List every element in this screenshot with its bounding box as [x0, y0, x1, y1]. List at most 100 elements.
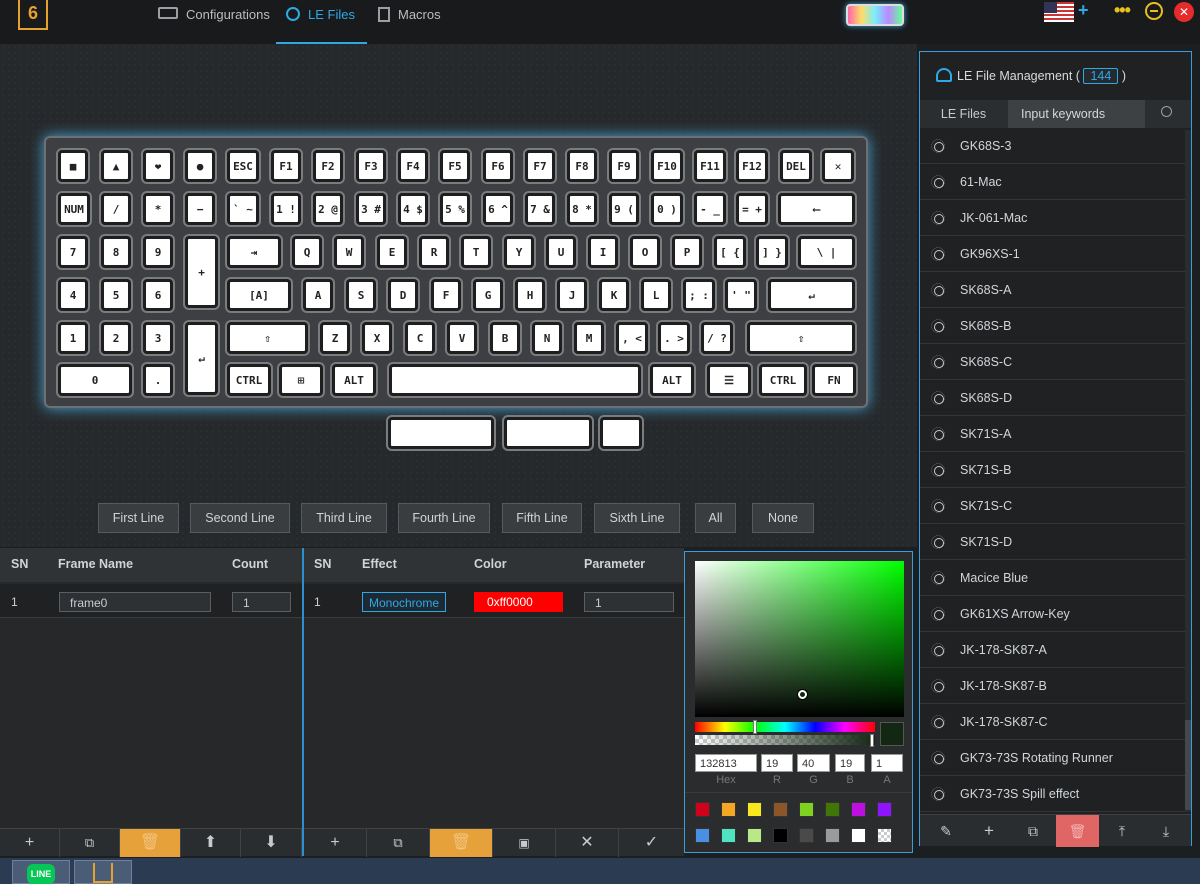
g-input[interactable]: 40 [797, 754, 830, 772]
key[interactable]: F11 [694, 150, 726, 182]
frame-count-input[interactable]: 1 [232, 592, 291, 612]
key[interactable]: M [574, 322, 604, 354]
key[interactable]: I [588, 236, 618, 268]
key[interactable]: ` ~ [227, 193, 259, 225]
line-button[interactable]: Fourth Line [398, 503, 490, 533]
b-input[interactable]: 19 [835, 754, 865, 772]
alpha-handle[interactable] [870, 734, 874, 747]
line-button[interactable]: First Line [98, 503, 179, 533]
key[interactable]: ▲ [101, 150, 131, 182]
key[interactable]: R [419, 236, 449, 268]
minimize-icon[interactable] [1145, 2, 1163, 20]
le-file-item[interactable]: SK68S-A [920, 272, 1185, 308]
tab-le-files[interactable]: LE Files [276, 0, 367, 44]
taskbar-line-app[interactable]: LINE [12, 860, 70, 884]
key[interactable]: 1 ! [271, 193, 301, 225]
key[interactable] [389, 364, 641, 396]
copy-file-button[interactable]: ⧉ [1012, 815, 1054, 847]
key[interactable]: ■ [58, 150, 88, 182]
copy-frame-button[interactable]: ⧉ [60, 829, 120, 857]
le-file-item[interactable]: JK-178-SK87-C [920, 704, 1185, 740]
key[interactable]: F1 [271, 150, 301, 182]
table-row[interactable]: 1 Monochrome 0xff0000 1 [304, 584, 684, 618]
key[interactable]: ● [185, 150, 215, 182]
delete-file-button[interactable]: 🗑 [1056, 815, 1099, 847]
scrollbar-thumb[interactable] [1185, 720, 1191, 810]
confirm-button[interactable]: ✓ [619, 829, 684, 857]
add-effect-button[interactable]: + [304, 829, 367, 857]
key[interactable]: P [672, 236, 702, 268]
hex-input[interactable]: 132813 [695, 754, 757, 772]
key[interactable]: 7 & [525, 193, 555, 225]
key[interactable]: − [185, 193, 215, 225]
le-file-item[interactable]: JK-178-SK87-A [920, 632, 1185, 668]
key[interactable]: ↵ [185, 322, 218, 395]
key[interactable]: 0 ) [651, 193, 683, 225]
frame-name-input[interactable]: frame0 [59, 592, 211, 612]
delete-effect-button[interactable]: 🗑 [430, 829, 493, 857]
key[interactable]: E [377, 236, 407, 268]
key[interactable]: ; : [683, 279, 715, 311]
key[interactable]: B [490, 322, 520, 354]
color-swatch[interactable] [695, 828, 710, 843]
color-swatch[interactable] [799, 802, 814, 817]
move-up-button[interactable]: ⬆ [181, 829, 241, 857]
tab-macros[interactable]: Macros [378, 0, 441, 44]
key[interactable]: . [143, 364, 173, 396]
key[interactable]: F9 [609, 150, 639, 182]
key[interactable]: 9 ( [609, 193, 639, 225]
key[interactable]: ] } [756, 236, 788, 268]
key[interactable]: F3 [356, 150, 386, 182]
key[interactable]: W [334, 236, 364, 268]
le-file-item[interactable]: SK68S-C [920, 344, 1185, 380]
color-swatch[interactable] [877, 802, 892, 817]
taskbar-keyboard-app[interactable] [74, 860, 132, 884]
key[interactable]: 6 ^ [483, 193, 513, 225]
key[interactable]: [ { [714, 236, 746, 268]
key[interactable]: Q [292, 236, 322, 268]
search-icon[interactable] [1161, 106, 1172, 117]
alpha-slider[interactable] [695, 734, 875, 747]
extra-key[interactable] [600, 417, 642, 449]
le-file-item[interactable]: SK71S-D [920, 524, 1185, 560]
key[interactable]: 5 [101, 279, 131, 311]
extra-key[interactable] [504, 417, 592, 449]
key[interactable]: J [557, 279, 587, 311]
key[interactable]: 9 [143, 236, 173, 268]
key[interactable]: [A] [227, 279, 291, 311]
a-input[interactable]: 1 [871, 754, 903, 772]
color-swatch[interactable] [721, 802, 736, 817]
more-icon[interactable]: ••• [1114, 0, 1131, 21]
export-button[interactable]: ⤒ [1101, 815, 1143, 847]
color-swatch[interactable] [877, 828, 892, 843]
key[interactable]: T [461, 236, 491, 268]
scrollbar[interactable] [1185, 130, 1191, 812]
key[interactable]: 5 % [440, 193, 470, 225]
key[interactable]: 6 [143, 279, 173, 311]
key[interactable]: CTRL [759, 364, 807, 396]
key[interactable]: CTRL [227, 364, 271, 396]
key[interactable]: L [641, 279, 671, 311]
delete-frame-button[interactable]: 🗑 [120, 829, 181, 857]
key[interactable]: 1 [58, 322, 88, 354]
key[interactable]: D [388, 279, 418, 311]
key[interactable]: 8 * [567, 193, 597, 225]
key[interactable]: 3 [143, 322, 173, 354]
key[interactable]: ↵ [768, 279, 855, 311]
le-file-item[interactable]: SK71S-B [920, 452, 1185, 488]
table-row[interactable]: 1 frame0 1 [0, 584, 302, 618]
key[interactable]: DEL [780, 150, 812, 182]
le-file-item[interactable]: SK71S-A [920, 416, 1185, 452]
le-file-item[interactable]: Macice Blue [920, 560, 1185, 596]
color-swatch[interactable] [799, 828, 814, 843]
le-file-item[interactable]: GK68S-3 [920, 128, 1185, 164]
key[interactable]: 8 [101, 236, 131, 268]
key[interactable]: ☰ [707, 364, 751, 396]
cancel-button[interactable]: ✕ [556, 829, 619, 857]
key[interactable]: F7 [525, 150, 555, 182]
le-files-tab[interactable]: LE Files [920, 100, 1007, 128]
color-swatch[interactable] [851, 828, 866, 843]
key[interactable]: 2 @ [313, 193, 343, 225]
line-button[interactable]: Second Line [190, 503, 290, 533]
us-flag-icon[interactable] [1044, 2, 1074, 22]
